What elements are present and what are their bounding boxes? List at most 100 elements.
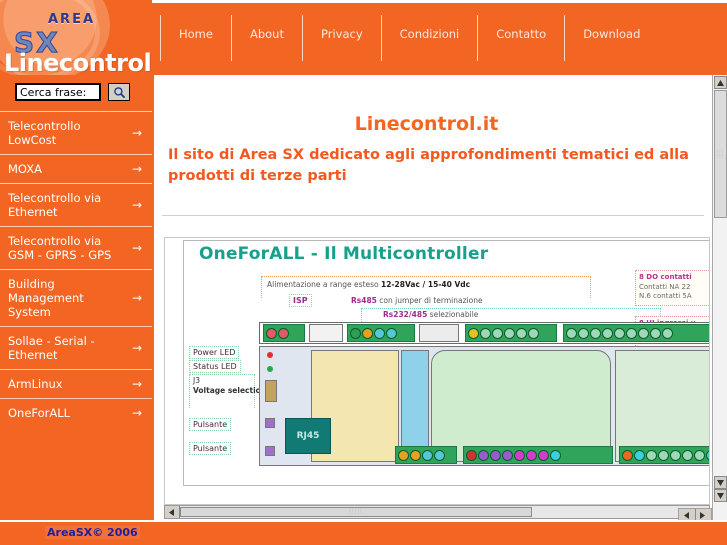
terminal-block-bottom-a — [395, 446, 457, 464]
main-navigation: Home About Privacy Condizioni Contatto D… — [160, 15, 658, 73]
screw-terminal — [662, 327, 673, 339]
nav-item-download[interactable]: Download — [564, 15, 658, 61]
site-footer: AreaSX© 2006 — [0, 520, 727, 545]
info-box-digital-outputs: 8 DO contatti Contatti NA 22 N.6 contatt… — [635, 270, 709, 306]
info-box-line: Contatti NA 22 — [639, 283, 691, 291]
arrow-right-icon: → — [131, 341, 142, 355]
status-led-indicator — [267, 366, 273, 372]
arrow-right-icon: → — [131, 291, 142, 305]
scroll-down-icon-secondary[interactable] — [714, 489, 727, 502]
nav-item-contatto[interactable]: Contatto — [477, 15, 564, 61]
pushbutton-2 — [265, 446, 275, 456]
terminal-block-rs485 — [347, 324, 415, 342]
arrow-right-icon: → — [131, 126, 142, 140]
header-top-rule — [152, 0, 727, 3]
footer-copyright: AreaSX© 2006 — [45, 526, 140, 539]
annotation-rs485-text: con jumper di terminazione — [376, 296, 483, 305]
sidebar-item-label: ArmLinux — [8, 377, 63, 391]
info-box-line: N.6 contatti 5A — [639, 292, 692, 300]
scrollbar-grip-icon: ::::: ::::: — [349, 507, 363, 516]
page-body: Telecontrollo LowCost → MOXA → Telecontr… — [0, 75, 727, 545]
scrollbar-thumb[interactable]: ::::: ::::: — [180, 507, 532, 517]
annotation-rs232: Rs232/485 selezionabile — [383, 310, 478, 319]
sidebar-item-oneforall[interactable]: OneForALL → — [0, 398, 152, 427]
controller-board-artwork: RJ45 — [259, 322, 709, 482]
logo-area-text: AREA — [48, 12, 96, 27]
nav-item-condizioni[interactable]: Condizioni — [380, 15, 478, 61]
search-button[interactable] — [108, 83, 130, 101]
annotation-rs485-label: Rs485 — [351, 296, 377, 305]
arrow-right-icon: → — [131, 241, 142, 255]
annotation-power-text: Alimentazione a range esteso — [267, 280, 381, 289]
content-heading-block: Linecontrol.it Il sito di Area SX dedica… — [154, 75, 712, 235]
screw-terminal — [646, 449, 657, 461]
screw-terminal — [516, 327, 527, 339]
screw-terminal — [478, 449, 489, 461]
screw-terminal — [386, 327, 397, 339]
annotation-power-value: 12-28Vac / 15-40 Vdc — [381, 280, 471, 289]
nav-item-privacy[interactable]: Privacy — [301, 15, 381, 61]
screw-terminal — [466, 449, 477, 461]
sidebar-item-building-management-system[interactable]: Building Management System → — [0, 269, 152, 326]
screw-terminal — [682, 449, 693, 461]
rj45-connector: RJ45 — [285, 418, 331, 454]
pushbutton-1 — [265, 418, 275, 428]
screw-terminal — [266, 327, 277, 339]
annotation-rs232-label: Rs232/485 — [383, 310, 428, 319]
annotation-voltage-selection: Voltage selection — [193, 386, 267, 395]
screw-terminal — [480, 327, 491, 339]
diagram-viewport[interactable]: OneForALL - Il Multicontroller Alimentaz… — [164, 237, 710, 505]
annotation-rs232-text: selezionabile — [427, 310, 479, 319]
logo-linecontrol-text: Linecontrol — [4, 49, 152, 75]
search-icon — [113, 86, 126, 99]
screw-terminal — [566, 327, 577, 339]
isp-header — [309, 324, 343, 342]
screw-terminal — [614, 327, 625, 339]
sidebar-item-telecontrollo-lowcost[interactable]: Telecontrollo LowCost → — [0, 111, 152, 154]
screw-terminal — [526, 449, 537, 461]
vertical-scrollbar-thumb[interactable]: ::: ::: ::: — [714, 90, 727, 218]
annotation-power-supply: Alimentazione a range esteso 12-28Vac / … — [267, 280, 470, 289]
scroll-left-icon[interactable] — [165, 506, 180, 518]
screw-terminal — [410, 449, 421, 461]
sidebar-menu: Telecontrollo LowCost → MOXA → Telecontr… — [0, 111, 152, 427]
content-area: Linecontrol.it Il sito di Area SX dedica… — [152, 75, 712, 520]
page-subtitle: Il sito di Area SX dedicato agli approfo… — [168, 147, 689, 184]
content-divider — [162, 215, 704, 216]
screw-terminal — [634, 449, 645, 461]
diagram-horizontal-scrollbar[interactable]: ::::: ::::: — [164, 505, 710, 519]
screw-terminal — [528, 327, 539, 339]
screw-terminal — [490, 449, 501, 461]
screw-terminal — [706, 449, 709, 461]
annotation-power-led: Power LED — [189, 346, 240, 359]
screw-terminal — [434, 449, 445, 461]
site-logo[interactable]: AREA SX Linecontrol — [0, 0, 152, 75]
power-led-indicator — [267, 352, 273, 358]
annotation-pulsante-2: Pulsante — [189, 442, 232, 455]
nav-item-about[interactable]: About — [230, 15, 302, 61]
screw-terminal — [538, 449, 549, 461]
annotation-j3-voltage: J3 Voltage selection — [189, 374, 266, 408]
screw-terminal — [622, 449, 633, 461]
screw-terminal — [422, 449, 433, 461]
screw-terminal — [514, 449, 525, 461]
search-input[interactable] — [15, 83, 101, 101]
site-header: AREA SX Linecontrol Home About Privacy C… — [0, 0, 727, 75]
screw-terminal — [504, 327, 515, 339]
sidebar-item-label: Telecontrollo via Ethernet — [8, 191, 102, 219]
sidebar-item-armlinux[interactable]: ArmLinux → — [0, 369, 152, 398]
sidebar-item-sollae-serial-ethernet[interactable]: Sollae - Serial - Ethernet → — [0, 326, 152, 369]
sidebar-item-telecontrollo-ethernet[interactable]: Telecontrollo via Ethernet → — [0, 183, 152, 226]
arrow-right-icon: → — [131, 377, 142, 391]
sidebar-item-moxa[interactable]: MOXA → — [0, 154, 152, 183]
nav-item-home[interactable]: Home — [160, 15, 231, 61]
screw-terminal — [638, 327, 649, 339]
page-vertical-scrollbar[interactable]: ::: ::: ::: — [712, 75, 727, 520]
sidebar-item-telecontrollo-gsm-gprs-gps[interactable]: Telecontrollo via GSM - GPRS - GPS → — [0, 226, 152, 269]
annotation-j3: J3 — [193, 376, 200, 385]
annotation-pulsante-1: Pulsante — [189, 418, 232, 431]
terminal-block-bottom-b — [463, 446, 613, 464]
scroll-up-icon[interactable] — [714, 76, 727, 89]
diagram-title: OneForALL - Il Multicontroller — [199, 244, 489, 264]
scroll-down-icon[interactable] — [714, 476, 727, 489]
